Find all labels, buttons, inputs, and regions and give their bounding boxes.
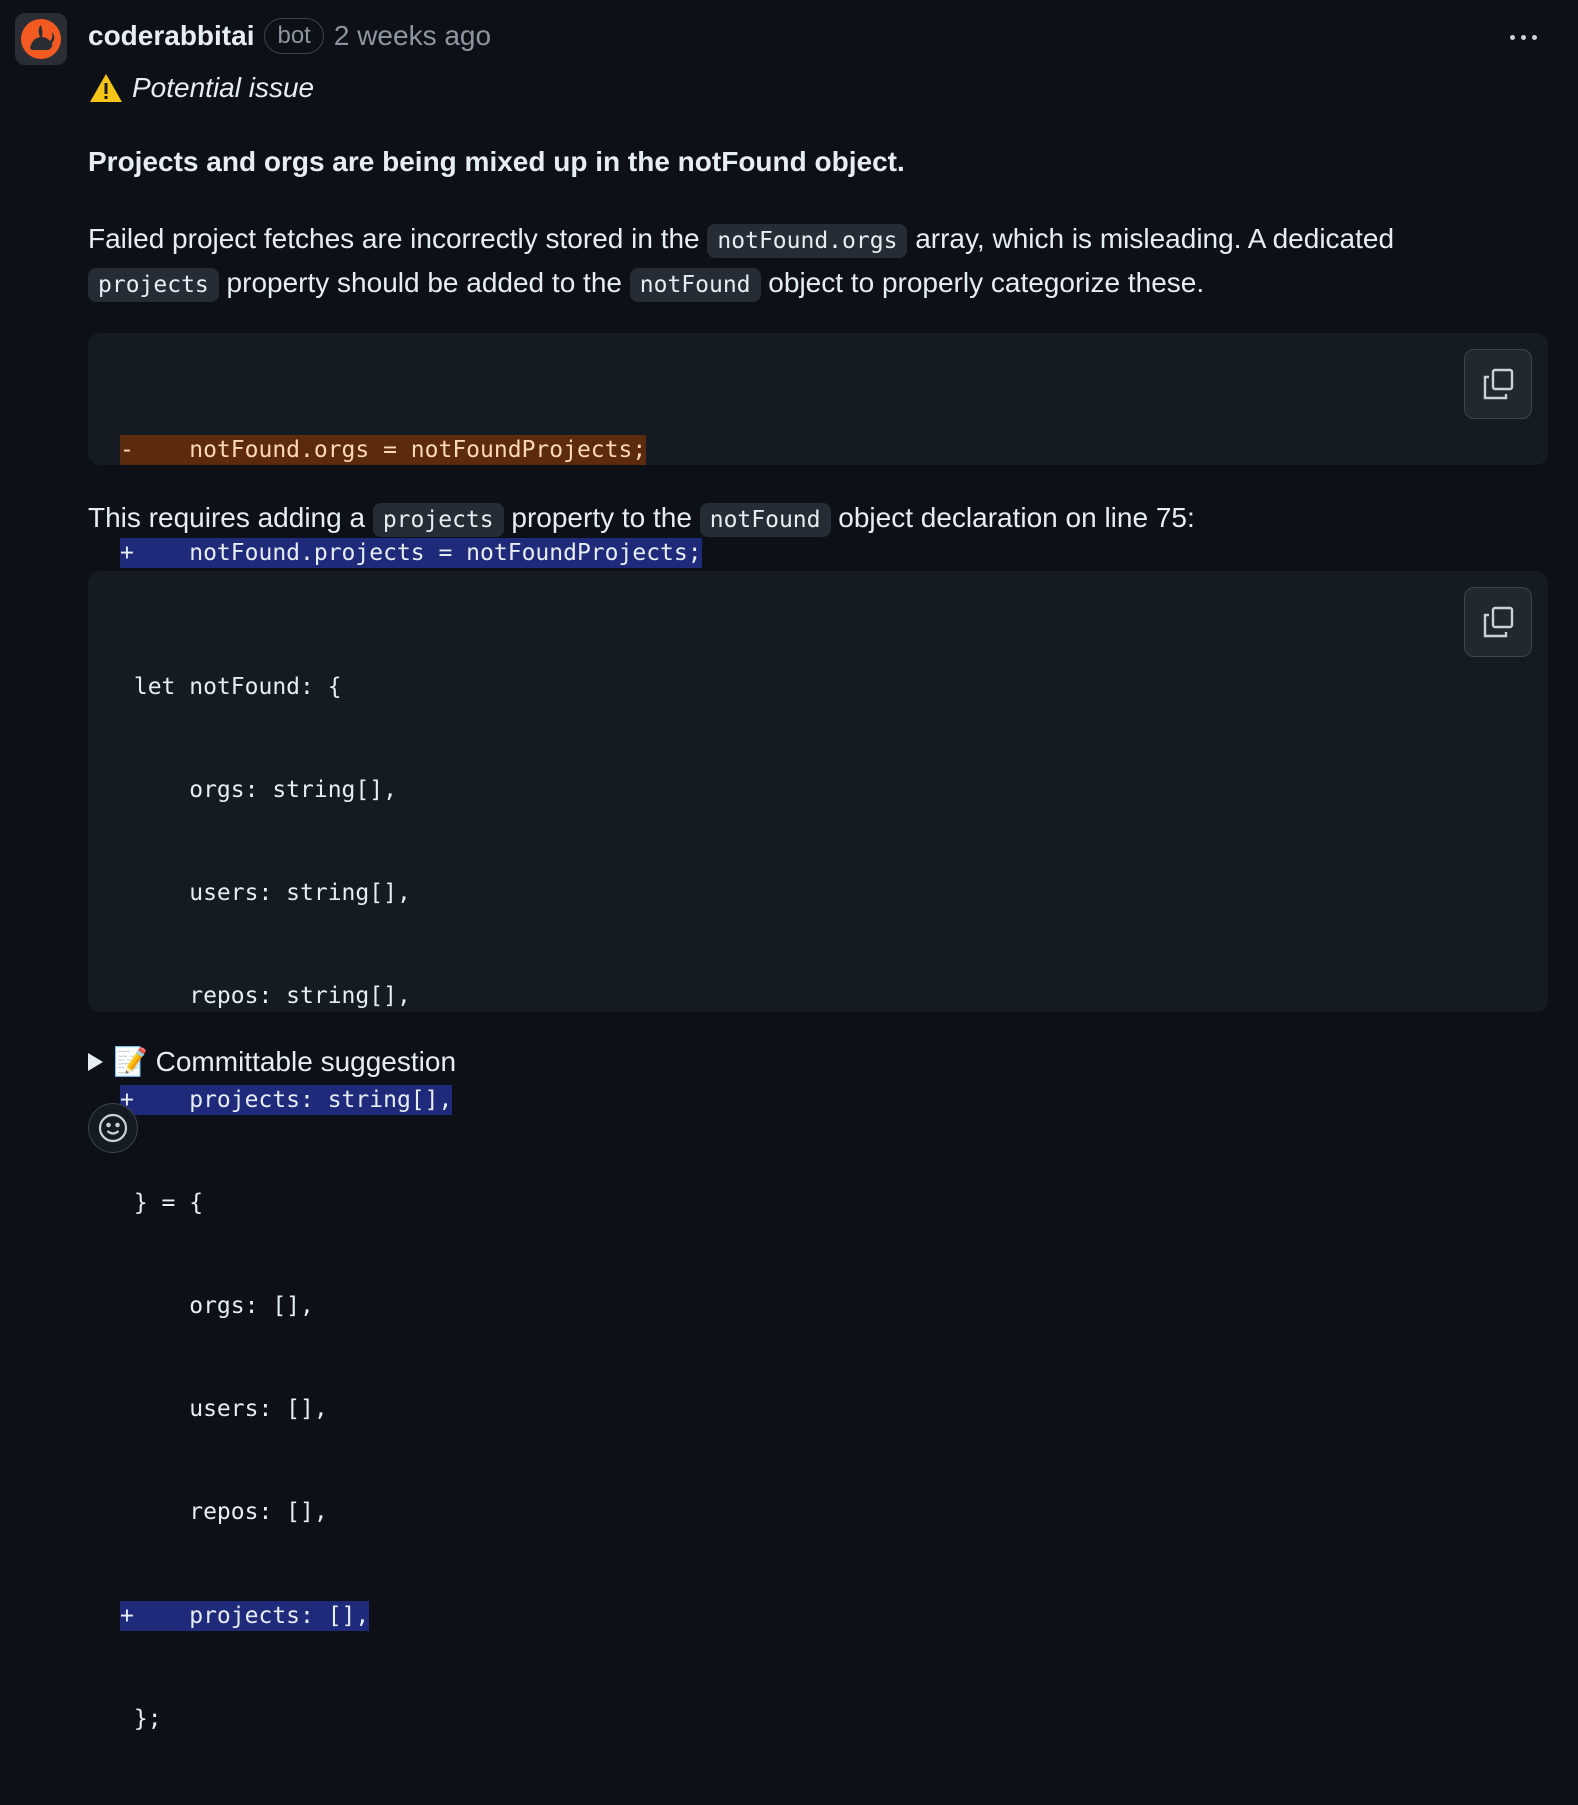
code-line: } = {	[120, 1189, 204, 1216]
disclosure-triangle-icon	[88, 1052, 103, 1071]
comment-header: coderabbitai bot 2 weeks ago	[88, 16, 491, 56]
code-line: let notFound: {	[120, 673, 342, 700]
add-reaction-button[interactable]	[88, 1103, 138, 1153]
bot-badge: bot	[264, 18, 324, 54]
copy-icon	[1483, 606, 1514, 638]
text-segment: array, which is misleading. A dedicated	[907, 223, 1395, 254]
explanation-paragraph: Failed project fetches are incorrectly s…	[88, 218, 1548, 306]
code-line: repos: [],	[120, 1499, 328, 1526]
added-line: + projects: string[],	[120, 1084, 453, 1115]
code-line: repos: string[],	[120, 983, 411, 1010]
text-segment: This requires adding a	[88, 502, 373, 533]
code-line: orgs: [],	[120, 1293, 314, 1320]
rabbit-logo-icon	[21, 19, 61, 59]
committable-suggestion-toggle[interactable]: 📝 Committable suggestion	[88, 1045, 456, 1078]
text-segment: Failed project fetches are incorrectly s…	[88, 223, 708, 254]
summary-label: 📝 Committable suggestion	[113, 1046, 457, 1077]
inline-code: notFound	[699, 503, 831, 537]
text-segment: object declaration on line 75:	[830, 502, 1195, 533]
code-line: users: [],	[120, 1396, 328, 1423]
copy-button[interactable]	[1464, 587, 1532, 657]
issue-label-text: Potential issue	[132, 72, 315, 103]
timestamp[interactable]: 2 weeks ago	[334, 20, 491, 52]
kebab-menu-icon[interactable]	[1506, 24, 1540, 50]
added-line: + notFound.projects = notFoundProjects;	[120, 538, 702, 569]
copy-icon	[1483, 368, 1514, 400]
inline-code: notFound	[629, 268, 761, 302]
warning-icon	[90, 74, 122, 102]
smiley-icon	[98, 1113, 128, 1143]
inline-code: notFound.orgs	[707, 224, 908, 258]
code-line: };	[120, 1705, 162, 1732]
declaration-paragraph: This requires adding a projects property…	[88, 497, 1548, 541]
code-line: orgs: string[],	[120, 777, 397, 804]
text-segment: property should be added to the	[218, 267, 630, 298]
inline-code: projects	[88, 268, 219, 302]
inline-code: projects	[372, 503, 504, 537]
avatar[interactable]	[15, 13, 67, 65]
issue-headline: Projects and orgs are being mixed up in …	[88, 146, 905, 177]
deleted-line: - notFound.orgs = notFoundProjects;	[120, 434, 647, 465]
added-line: + projects: [],	[120, 1600, 370, 1631]
code-line: users: string[],	[120, 880, 411, 907]
text-segment: property to the	[503, 502, 700, 533]
text-segment: object to properly categorize these.	[760, 267, 1205, 298]
author-name[interactable]: coderabbitai	[88, 20, 254, 52]
diff-code-2: let notFound: { orgs: string[], users: s…	[120, 601, 453, 1805]
potential-issue-label: Potential issue	[88, 72, 314, 104]
copy-button[interactable]	[1464, 349, 1532, 419]
